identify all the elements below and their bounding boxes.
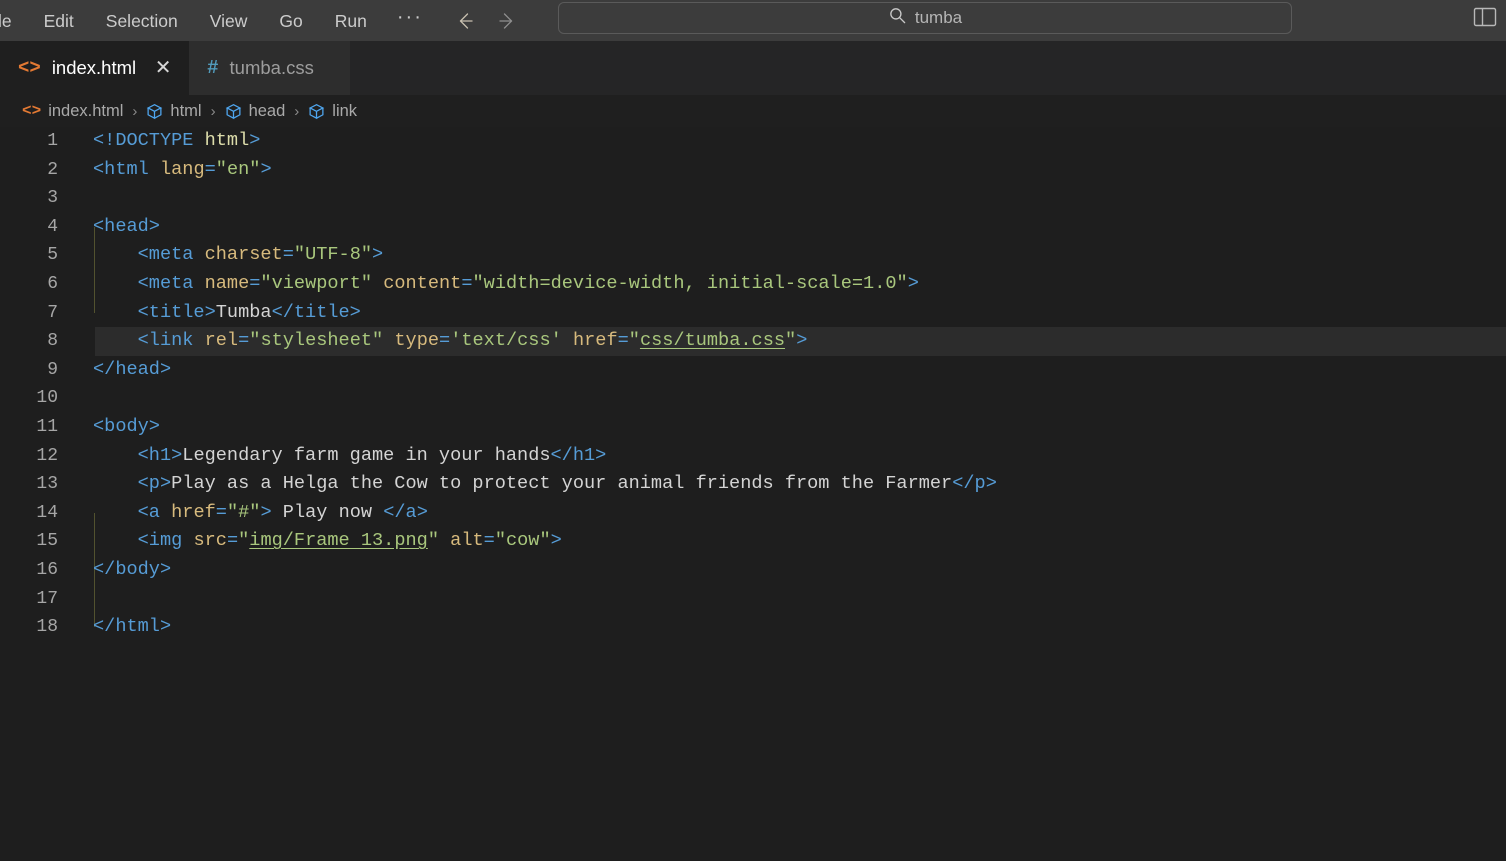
menu-item-run[interactable]: Run: [319, 7, 383, 35]
breadcrumb-separator-icon: ›: [210, 102, 216, 120]
tab-label: index.html: [51, 57, 137, 78]
line-number: 18: [36, 617, 58, 638]
code-line[interactable]: 10: [0, 384, 1506, 413]
breadcrumb: <> index.html › html › head › link: [0, 95, 1506, 127]
symbol-cube-icon: [225, 103, 242, 120]
line-number: 8: [47, 331, 58, 352]
menu-bar: le Edit Selection View Go Run ···: [0, 0, 437, 41]
menu-item-selection[interactable]: Selection: [90, 7, 194, 35]
line-number: 9: [47, 359, 58, 380]
code-line-text: </html>: [93, 616, 172, 638]
line-number: 2: [47, 159, 58, 180]
line-number: 15: [36, 531, 58, 552]
code-line[interactable]: 11 <body>: [0, 413, 1506, 442]
tab-label: tumba.css: [229, 57, 314, 78]
code-line-text: <h1>Legendary farm game in your hands</h…: [137, 444, 607, 466]
code-line[interactable]: 3: [0, 184, 1506, 213]
search-icon: [888, 6, 907, 30]
line-number: 6: [47, 273, 58, 294]
breadcrumb-item-link[interactable]: link: [308, 101, 357, 121]
code-line-text: <body>: [93, 415, 160, 437]
line-number: 16: [36, 559, 58, 580]
html-file-icon: <>: [18, 57, 41, 79]
editor-tab-bar: <> index.html ✕ # tumba.css: [0, 41, 1506, 95]
line-number: 3: [47, 188, 58, 209]
line-number: 4: [47, 216, 58, 237]
code-line[interactable]: 6 <meta name="viewport" content="width=d…: [0, 270, 1506, 299]
close-icon[interactable]: ✕: [153, 58, 173, 78]
code-line[interactable]: 2 <html lang="en">: [0, 156, 1506, 185]
code-line[interactable]: 13 <p>Play as a Helga the Cow to protect…: [0, 470, 1506, 499]
code-line[interactable]: 7 <title>Tumba</title>: [0, 299, 1506, 328]
code-line[interactable]: 16 </body>: [0, 556, 1506, 585]
breadcrumb-item-html[interactable]: html: [146, 101, 202, 121]
code-line-text: <link rel="stylesheet" type='text/css' h…: [137, 330, 808, 352]
code-line[interactable]: 15 <img src="img/Frame 13.png" alt="cow"…: [0, 527, 1506, 556]
code-line-text: <head>: [93, 215, 160, 237]
arrow-left-icon[interactable]: [453, 9, 477, 33]
search-input[interactable]: tumba: [558, 2, 1292, 34]
menu-item-go[interactable]: Go: [263, 7, 318, 35]
title-menu-bar: le Edit Selection View Go Run ···: [0, 0, 1506, 41]
code-line[interactable]: 14 <a href="#"> Play now </a>: [0, 499, 1506, 528]
arrow-right-icon[interactable]: [495, 9, 519, 33]
menu-item-edit[interactable]: Edit: [28, 7, 90, 35]
breadcrumb-label: head: [248, 102, 286, 120]
tab-bar-empty-space: [349, 41, 1506, 95]
code-line-text: <a href="#"> Play now </a>: [137, 501, 428, 523]
symbol-cube-icon: [308, 103, 325, 120]
line-number: 12: [36, 445, 58, 466]
code-line[interactable]: 12 <h1>Legendary farm game in your hands…: [0, 442, 1506, 471]
code-line[interactable]: 18 </html>: [0, 613, 1506, 642]
tab-index-html[interactable]: <> index.html ✕: [0, 41, 190, 95]
menu-item-view[interactable]: View: [194, 7, 264, 35]
line-number: 5: [47, 245, 58, 266]
code-lines-container: 1 <!DOCTYPE html> 2 <html lang="en"> 3 4 <head…: [0, 127, 1506, 642]
code-line-text: </head>: [93, 358, 172, 380]
breadcrumb-label: html: [170, 102, 202, 120]
code-line[interactable]: 17: [0, 585, 1506, 614]
code-line-text: <meta charset="UTF-8">: [137, 244, 384, 266]
search-value: tumba: [914, 8, 963, 27]
code-line-text: <p>Play as a Helga the Cow to protect yo…: [137, 473, 997, 495]
breadcrumb-separator-icon: ›: [132, 102, 138, 120]
menu-item-file[interactable]: le: [0, 7, 28, 35]
css-file-icon: #: [207, 57, 219, 79]
breadcrumb-item-head[interactable]: head: [225, 101, 286, 121]
code-line-text: <html lang="en">: [93, 158, 272, 180]
html-file-icon: <>: [22, 102, 42, 120]
breadcrumb-label: link: [332, 102, 358, 120]
layout-panel-icon[interactable]: [1472, 5, 1498, 29]
code-line[interactable]: 8 <link rel="stylesheet" type='text/css'…: [0, 327, 1506, 356]
code-line[interactable]: 4 <head>: [0, 213, 1506, 242]
code-line-text: <!DOCTYPE html>: [93, 130, 261, 151]
code-line-text: <meta name="viewport" content="width=dev…: [137, 272, 919, 294]
line-number: 17: [36, 588, 58, 609]
line-number: 14: [36, 502, 58, 523]
line-number: 10: [36, 388, 58, 409]
code-line-text: <title>Tumba</title>: [137, 301, 361, 323]
code-line[interactable]: 5 <meta charset="UTF-8">: [0, 241, 1506, 270]
code-line-text: </body>: [93, 558, 172, 580]
line-number: 7: [47, 302, 58, 323]
breadcrumb-item-file[interactable]: <> index.html: [22, 101, 123, 121]
code-line[interactable]: 1 <!DOCTYPE html>: [0, 127, 1506, 156]
line-number: 11: [36, 416, 58, 437]
symbol-cube-icon: [146, 103, 163, 120]
code-line-text: <img src="img/Frame 13.png" alt="cow">: [137, 530, 562, 552]
code-line[interactable]: 9 </head>: [0, 356, 1506, 385]
line-number: 1: [47, 131, 58, 151]
breadcrumb-separator-icon: ›: [294, 102, 300, 120]
line-number: 13: [36, 474, 58, 495]
code-editor[interactable]: 1 <!DOCTYPE html> 2 <html lang="en"> 3 4 <head…: [0, 127, 1506, 861]
breadcrumb-label: index.html: [48, 102, 124, 120]
menu-overflow-button[interactable]: ···: [383, 7, 437, 31]
tab-tumba-css[interactable]: # tumba.css: [189, 41, 350, 95]
navigation-controls: [453, 9, 519, 33]
